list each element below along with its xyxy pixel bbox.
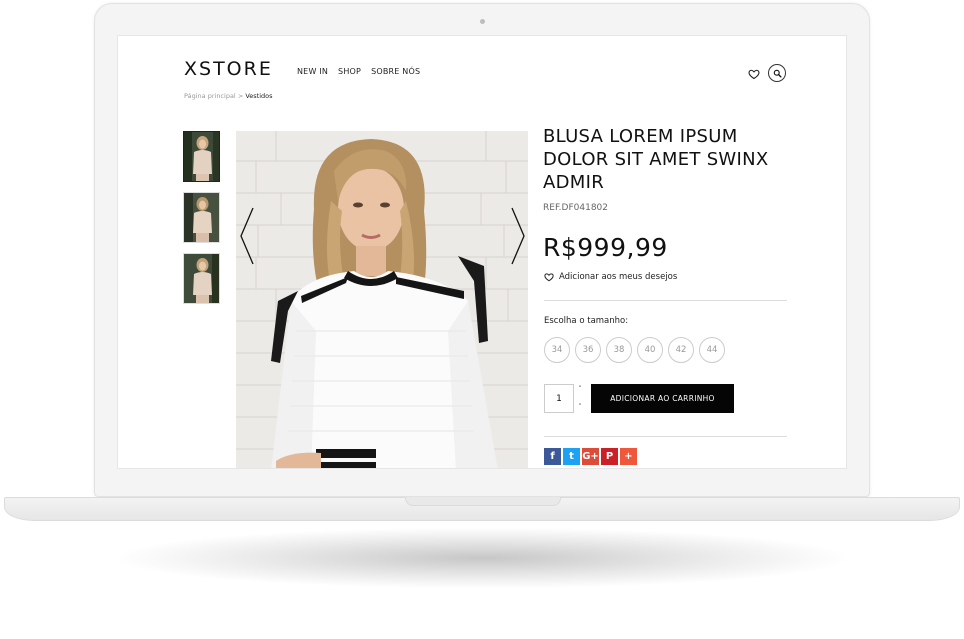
divider [544, 300, 787, 301]
main-nav: NEW IN SHOP SOBRE NÓS [297, 67, 420, 76]
product-thumbnail[interactable] [183, 253, 220, 304]
laptop-base [4, 497, 960, 521]
breadcrumb-separator: > [237, 92, 244, 100]
heart-icon[interactable] [748, 68, 760, 80]
product-title: BLUSA LOREM IPSUM DOLOR SIT AMET SWINX A… [543, 126, 769, 193]
store-logo[interactable]: XSTORE [184, 58, 273, 80]
divider [544, 436, 787, 437]
breadcrumb: Página principal > Vestidos [184, 92, 273, 100]
size-option[interactable]: 36 [575, 337, 601, 363]
product-thumbnail[interactable] [183, 131, 220, 182]
twitter-share-button[interactable]: t [563, 448, 580, 465]
quantity-decrease-button[interactable]: ˅ [575, 401, 585, 413]
product-price: R$999,99 [543, 233, 668, 262]
wishlist-label: Adicionar aos meus desejos [559, 272, 678, 282]
laptop-shadow [120, 528, 844, 588]
add-to-wishlist-link[interactable]: Adicionar aos meus desejos [544, 272, 677, 282]
size-option[interactable]: 44 [699, 337, 725, 363]
breadcrumb-current: Vestidos [245, 92, 273, 100]
nav-shop[interactable]: SHOP [338, 67, 361, 76]
quantity-increase-button[interactable]: ˄ [575, 383, 585, 395]
breadcrumb-home[interactable]: Página principal [184, 92, 236, 100]
chevron-right-icon[interactable] [509, 206, 527, 266]
size-option[interactable]: 38 [606, 337, 632, 363]
size-option[interactable]: 40 [637, 337, 663, 363]
nav-sobre-nos[interactable]: SOBRE NÓS [371, 67, 420, 76]
heart-icon [544, 273, 554, 282]
product-ref: REF.DF041802 [543, 203, 608, 213]
add-to-cart-button[interactable]: ADICIONAR AO CARRINHO [591, 384, 734, 413]
size-option[interactable]: 34 [544, 337, 570, 363]
camera-dot [480, 19, 485, 24]
laptop-notch [405, 497, 561, 506]
google-plus-share-button[interactable]: G+ [582, 448, 599, 465]
nav-new-in[interactable]: NEW IN [297, 67, 328, 76]
size-label: Escolha o tamanho: [544, 316, 629, 326]
more-share-button[interactable]: + [620, 448, 637, 465]
search-button[interactable] [768, 64, 786, 82]
size-selector: 34 36 38 40 42 44 [544, 337, 725, 363]
size-option[interactable]: 42 [668, 337, 694, 363]
chevron-left-icon[interactable] [238, 206, 256, 266]
facebook-share-button[interactable]: f [544, 448, 561, 465]
quantity-input[interactable]: 1 [544, 384, 574, 413]
pinterest-share-button[interactable]: P [601, 448, 618, 465]
laptop-screen: XSTORE NEW IN SHOP SOBRE NÓS Página prin… [117, 35, 847, 469]
product-thumbnail[interactable] [183, 192, 220, 243]
product-main-image [236, 131, 528, 468]
search-icon [773, 69, 782, 78]
share-buttons: f t G+ P + [544, 448, 637, 465]
